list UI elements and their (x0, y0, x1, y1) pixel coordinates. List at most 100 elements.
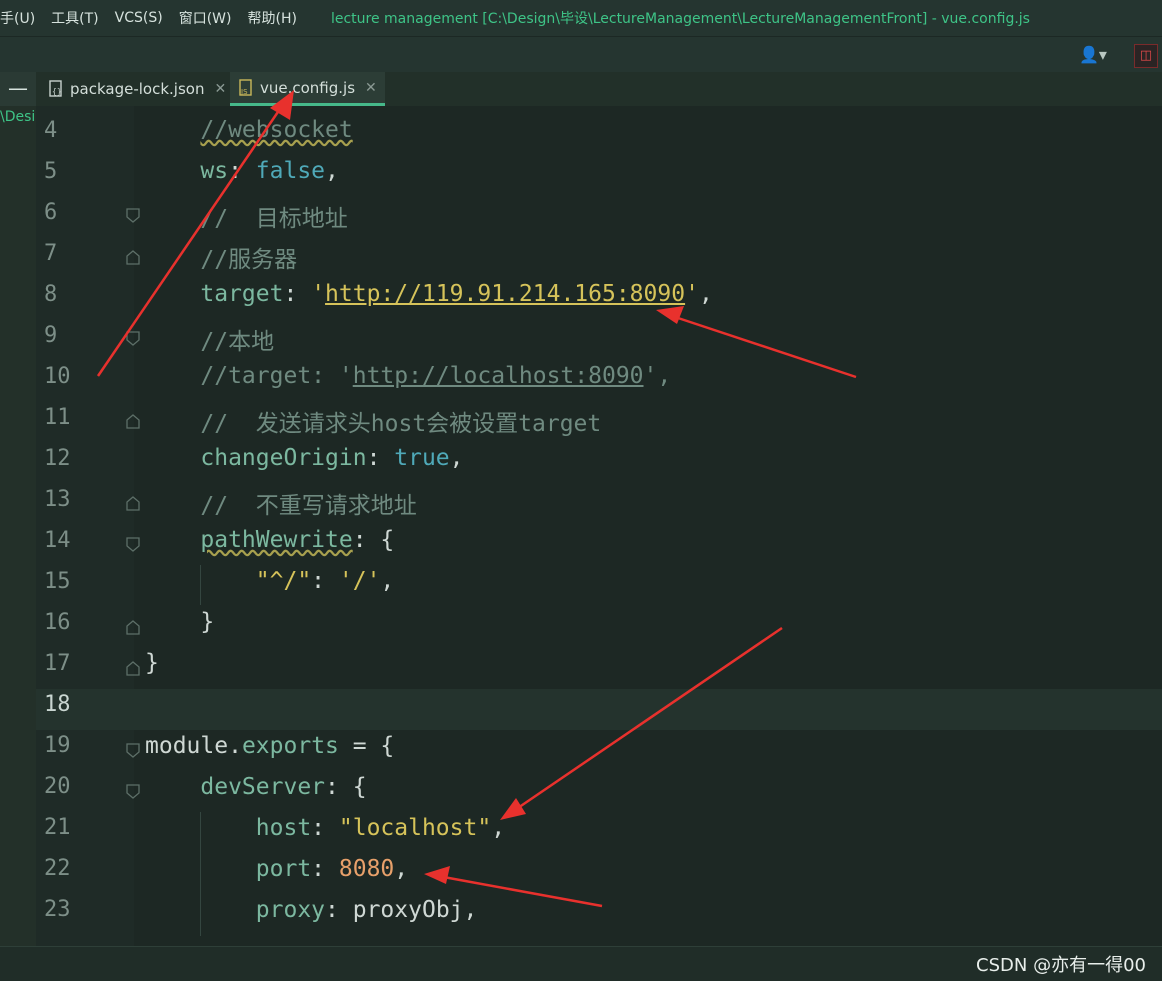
code-line-5[interactable]: ws: false, (145, 158, 339, 184)
comment: //websocket (200, 117, 353, 143)
code-line-15[interactable]: "^/": '/', (145, 568, 395, 594)
comment: //target: ' (200, 363, 353, 389)
line-number: 16 (44, 610, 71, 635)
comment: // 不重写请求地址 (200, 493, 417, 519)
code-line-13[interactable]: // 不重写请求地址 (145, 486, 417, 520)
line-number: 11 (44, 405, 71, 430)
code-line-4[interactable]: //websocket (145, 117, 353, 143)
svg-text:{}: {} (52, 87, 62, 96)
line-number-current: 18 (44, 692, 71, 717)
toolbar: 👤▾ ◫ (0, 36, 1162, 73)
comment: //服务器 (200, 247, 298, 273)
close-icon[interactable]: ✕ (365, 80, 377, 96)
string: '/' (338, 568, 381, 594)
fold-marker-icon[interactable] (126, 208, 140, 224)
code-line-12[interactable]: changeOrigin: true, (145, 445, 463, 471)
code-line-8[interactable]: target: 'http://119.91.214.165:8090', (145, 281, 712, 307)
property: proxy (255, 897, 326, 923)
string: "localhost" (338, 815, 492, 841)
tab-package-lock-json[interactable]: {} package-lock.json ✕ (48, 72, 226, 106)
line-number: 15 (44, 569, 71, 594)
menu-bar: 手(U) 工具(T) VCS(S) 窗口(W) 帮助(H) lecture ma… (0, 0, 1162, 36)
line-number: 9 (44, 323, 58, 348)
line-number: 6 (44, 200, 58, 225)
line-number: 22 (44, 856, 71, 881)
property: ws (200, 158, 229, 184)
comment: ', (643, 363, 672, 389)
code-line-19[interactable]: module.exports = { (145, 733, 394, 759)
code-line-21[interactable]: host: "localhost", (145, 815, 505, 841)
code-line-6[interactable]: // 目标地址 (145, 199, 348, 233)
code-line-9[interactable]: //本地 (145, 322, 274, 356)
keyword: false (255, 158, 326, 184)
brace: } (200, 609, 215, 635)
menu-item-u[interactable]: 手(U) (0, 8, 43, 28)
fold-marker-icon[interactable] (126, 537, 140, 553)
code-line-20[interactable]: devServer: { (145, 774, 366, 800)
collapse-icon[interactable]: — (0, 72, 36, 106)
line-number: 5 (44, 159, 58, 184)
comment: // 发送请求头host会被设置target (200, 411, 602, 437)
line-number: 19 (44, 733, 71, 758)
line-number: 10 (44, 364, 71, 389)
line-number: 17 (44, 651, 71, 676)
string: "^/" (255, 568, 312, 594)
fold-end-marker-icon[interactable] (126, 413, 140, 429)
code-line-22[interactable]: port: 8080, (145, 856, 408, 882)
fold-end-marker-icon[interactable] (126, 619, 140, 635)
line-number: 13 (44, 487, 71, 512)
menu-item-tools[interactable]: 工具(T) (43, 8, 106, 28)
brace: } (145, 650, 159, 676)
line-number: 12 (44, 446, 71, 471)
property: exports (241, 733, 339, 759)
project-sidebar: \Desi (0, 106, 36, 980)
window-title: lecture management [C:\Design\毕设\Lecture… (330, 11, 1030, 27)
line-number: 8 (44, 282, 58, 307)
code-line-14[interactable]: pathWewrite: { (145, 527, 394, 553)
comment: //本地 (200, 329, 275, 355)
line-number: 4 (44, 118, 58, 143)
line-number: 14 (44, 528, 71, 553)
svg-text:JS: JS (240, 88, 248, 96)
fold-end-marker-icon[interactable] (126, 495, 140, 511)
identifier: proxyObj (352, 897, 464, 923)
code-line-10[interactable]: //target: 'http://localhost:8090', (145, 363, 671, 389)
code-line-17[interactable]: } (145, 650, 159, 676)
url-string[interactable]: http://localhost:8090 (353, 363, 644, 389)
watermark: CSDN @亦有一得00 (976, 955, 1146, 976)
fold-marker-icon[interactable] (126, 331, 140, 347)
line-number: 21 (44, 815, 71, 840)
status-bar: CSDN @亦有一得00 (0, 946, 1162, 981)
property: host (255, 815, 312, 841)
code-line-23[interactable]: proxy: proxyObj, (145, 897, 478, 923)
project-path[interactable]: \Desi (0, 109, 36, 125)
json-file-icon: {} (48, 80, 64, 98)
layout-icon[interactable]: ◫ (1134, 44, 1158, 68)
menu-item-vcs[interactable]: VCS(S) (107, 10, 171, 26)
code-line-7[interactable]: //服务器 (145, 240, 297, 274)
js-file-icon: JS (238, 78, 254, 97)
keyword: true (394, 445, 450, 471)
tab-vue-config-js[interactable]: JS vue.config.js ✕ (230, 72, 385, 106)
tab-label: package-lock.json (70, 80, 205, 98)
fold-marker-icon[interactable] (126, 743, 140, 759)
line-number: 20 (44, 774, 71, 799)
identifier: module (145, 733, 229, 759)
fold-marker-icon[interactable] (126, 784, 140, 800)
comment: // 目标地址 (200, 206, 348, 232)
user-icon[interactable]: 👤▾ (1079, 45, 1107, 64)
url-string[interactable]: http://119.91.214.165:8090 (325, 281, 685, 307)
close-icon[interactable]: ✕ (214, 81, 226, 97)
tab-label: vue.config.js (260, 78, 356, 97)
fold-end-marker-icon[interactable] (126, 249, 140, 265)
code-line-11[interactable]: // 发送请求头host会被设置target (145, 404, 601, 438)
current-line-highlight (36, 689, 1162, 730)
number: 8080 (338, 856, 395, 882)
line-number: 23 (44, 897, 71, 922)
fold-end-marker-icon[interactable] (126, 660, 140, 676)
menu-item-window[interactable]: 窗口(W) (171, 8, 240, 28)
code-line-16[interactable]: } (145, 609, 214, 635)
property: devServer (200, 774, 326, 800)
editor-tab-bar: — {} package-lock.json ✕ JS vue.config.j… (0, 72, 1162, 107)
menu-item-help[interactable]: 帮助(H) (240, 8, 305, 28)
